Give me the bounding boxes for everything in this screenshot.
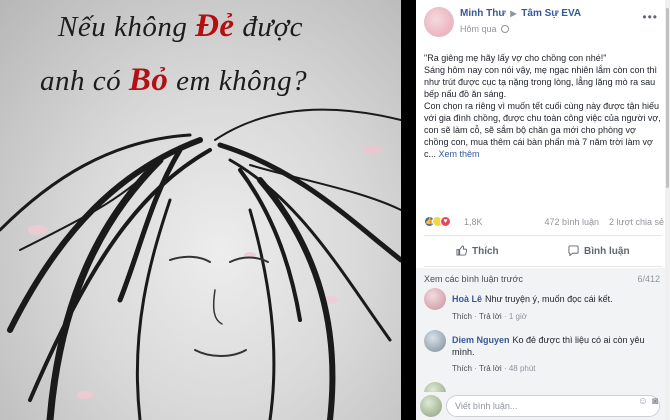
comment-avatar[interactable] [424,288,446,310]
post-meta: Hôm qua [460,24,510,34]
reactions-bar: 👍 ♥ 1,8K 472 bình luận 2 lượt chia sẻ [424,214,664,230]
author-avatar[interactable] [424,7,454,37]
see-more-link[interactable]: Xem thêm [439,149,480,159]
my-avatar [420,395,442,417]
post-timestamp[interactable]: Hôm qua [460,24,497,34]
comment-like-link[interactable]: Thích [452,364,472,373]
comment-author[interactable]: Diem Nguyen [452,335,510,345]
comment-avatar[interactable] [424,330,446,352]
emoji-icon[interactable]: ☺ [638,396,652,407]
post-paragraph: Sáng hôm nay con nói vậy, mẹ ngạc nhiên … [424,65,657,99]
scrollbar-thumb[interactable] [666,8,669,188]
like-button[interactable]: Thích [456,245,499,257]
reaction-count[interactable]: 1,8K [464,217,483,227]
post-header: Minh Thư ▶ Tâm Sự EVA Hôm qua ••• [416,0,670,44]
post-actions: Thích Bình luận [416,240,670,262]
photo-caption-line1: Nếu không Đẻ được [58,8,303,44]
comments-count[interactable]: 472 bình luận [544,217,599,227]
shares-count[interactable]: 2 lượt chia sẻ [609,217,664,227]
scrollbar[interactable] [665,0,670,420]
comment-button[interactable]: Bình luận [568,245,630,257]
divider [424,266,662,267]
post-paragraph: "Ra giêng mẹ hãy lấy vợ cho chồng con nh… [424,53,607,63]
post-stats: 472 bình luận 2 lượt chia sẻ [544,217,664,227]
comment-time: 1 giờ [508,312,527,321]
comments-counter: 6/412 [637,274,660,284]
camera-icon[interactable]: ◙ [652,396,662,407]
comment-text: Diem Nguyen Ko đẻ được thì liệu có ai còn… [452,335,645,357]
comment-author[interactable]: Hoà Lê [452,294,482,304]
comment-icon [568,245,579,257]
thumbs-up-icon [456,245,468,256]
comment-actions: Thích · Trả lời · 48 phút [452,364,536,373]
comment-reply-link[interactable]: Trả lời [479,364,502,373]
love-reaction-icon: ♥ [440,216,451,228]
post-paragraph: Con chọn ra riêng vì muốn tết cuối cùng … [424,101,661,159]
post-panel: Minh Thư ▶ Tâm Sự EVA Hôm qua ••• "Ra gi… [416,0,670,420]
more-options-button[interactable]: ••• [642,10,658,24]
comment-input[interactable]: Viết bình luận... [446,395,660,417]
post-text: "Ra giêng mẹ hãy lấy vợ cho chồng con nh… [424,52,662,160]
photo-caption-line2: anh có Bỏ em không? [40,62,308,98]
author-name[interactable]: Minh Thư [460,8,506,19]
comment-time: 48 phút [508,364,536,373]
comment-actions: Thích · Trả lời · 1 giờ [452,312,527,321]
comment-like-link[interactable]: Thích [452,312,472,321]
reaction-icons[interactable]: 👍 ♥ [424,216,451,228]
composer-icons: ☺◙ [638,396,662,407]
group-name[interactable]: Tâm Sự EVA [521,8,581,19]
globe-icon [501,25,510,33]
comment-text: Hoà Lê Như truyện ý, muốn đọc cái kết. [452,294,613,304]
divider [424,235,662,236]
post-photo[interactable]: Nếu không Đẻ được anh có Bỏ em không? [0,0,401,420]
view-previous-comments-link[interactable]: Xem các bình luận trước [424,274,523,284]
post-author-line: Minh Thư ▶ Tâm Sự EVA [460,8,581,19]
screen: Nếu không Đẻ được anh có Bỏ em không? Mi… [0,0,670,420]
comment-reply-link[interactable]: Trả lời [479,312,502,321]
comment-composer: Viết bình luận... ☺◙ [416,392,670,420]
arrow-right-icon: ▶ [510,9,517,18]
